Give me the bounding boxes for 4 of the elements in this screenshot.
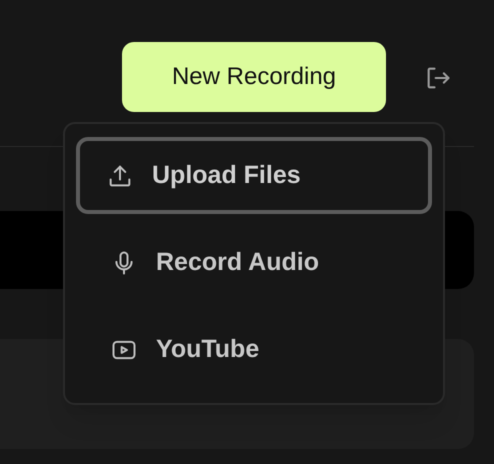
menu-item[interactable]: YouTube [76,311,432,388]
menu-item[interactable]: Record Audio [76,224,432,301]
menu-item[interactable]: Upload Files [76,137,432,214]
new-recording-button[interactable]: New Recording [122,42,386,112]
